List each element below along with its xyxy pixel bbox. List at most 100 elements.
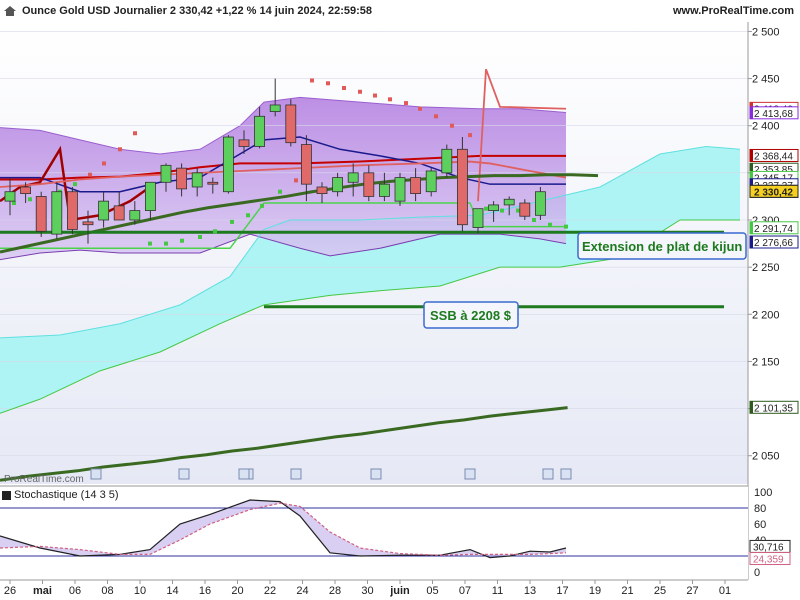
y-tick-label: 2 200 [752, 309, 780, 321]
candle-body [441, 148, 453, 174]
calendar-icon [90, 468, 102, 480]
candle-body [456, 148, 468, 226]
candle-body [4, 191, 16, 202]
x-tick-label: 14 [166, 585, 178, 597]
sar-dot [260, 203, 264, 208]
sar-dot [373, 93, 377, 98]
kijun-annotation: Extension de plat de kijun [577, 232, 747, 260]
x-tick-label: 30 [361, 585, 373, 597]
y-tick-label: 2 250 [752, 262, 780, 274]
sar-dot [102, 161, 106, 166]
y-tick-label: 2 050 [752, 451, 780, 463]
price-label-marker [750, 236, 753, 249]
candle-body [129, 210, 141, 221]
x-tick-label: 28 [329, 585, 341, 597]
candle-body [207, 181, 219, 185]
y-tick-label: 2 450 [752, 74, 780, 86]
sar-dot [450, 123, 454, 128]
sar-dot [118, 147, 122, 152]
calendar-icon [542, 468, 554, 480]
x-tick-label: 17 [556, 585, 568, 597]
sar-dot [434, 114, 438, 119]
x-tick-label: 01 [719, 585, 731, 597]
calendar-icon [178, 468, 190, 480]
x-tick-label: 27 [686, 585, 698, 597]
candle [67, 187, 78, 235]
x-tick-label: mai [33, 585, 52, 597]
ssb-annotation: SSB à 2208 $ [423, 301, 519, 329]
candle-body [113, 205, 125, 221]
price-chart[interactable]: Extension de plat de kijun SSB à 2208 $ 2 … [0, 0, 800, 600]
y-tick-label: 2 150 [752, 356, 780, 368]
price-label-text: 2 101,35 [754, 403, 793, 414]
price-label: 2 291,74 [749, 221, 799, 235]
x-tick-label: 21 [621, 585, 633, 597]
price-label-marker [750, 221, 753, 234]
sar-dot [404, 101, 408, 106]
stoch-y-tick: 80 [754, 503, 766, 515]
candle [456, 137, 468, 232]
sar-dot [468, 133, 472, 138]
price-label: 2 101,35 [749, 400, 799, 414]
calendar-icon [560, 468, 572, 480]
price-label-marker [750, 401, 753, 414]
candle [394, 172, 406, 206]
sar-dot [500, 208, 504, 213]
candle-body [20, 186, 32, 194]
candle [441, 144, 453, 178]
sar-dot [213, 229, 217, 234]
x-tick-label: 26 [4, 585, 16, 597]
candle-body [300, 144, 312, 185]
price-label: 2 413,68 [749, 106, 799, 120]
x-tick-label: 10 [134, 585, 146, 597]
candle-body [519, 202, 531, 217]
calendar-icon [238, 468, 250, 480]
x-tick-label: 20 [231, 585, 243, 597]
x-tick-label: 19 [589, 585, 601, 597]
sar-dot [148, 241, 152, 246]
sar-dot [342, 86, 346, 90]
sar-dot [164, 241, 168, 246]
x-tick-label: 25 [654, 585, 666, 597]
stoch-y-tick: 100 [754, 487, 772, 499]
kijun-annotation-label: Extension de plat de kijun [582, 239, 742, 254]
price-label-marker [750, 106, 753, 119]
sar-dot [484, 206, 488, 211]
candle-body [332, 177, 344, 193]
candle [285, 99, 297, 147]
sar-dot [310, 78, 314, 83]
sar-dot [180, 238, 184, 243]
candle-body [222, 136, 234, 193]
sar-dot [294, 178, 298, 183]
candle-body [488, 204, 500, 211]
sar-dot [246, 213, 250, 218]
sar-dot [532, 218, 536, 222]
candle-body [238, 139, 250, 147]
candle [222, 135, 234, 194]
candle-body [410, 177, 422, 194]
stoch-value-text: 24,359 [753, 555, 784, 566]
candle-body [35, 196, 47, 232]
calendar-icon [464, 468, 476, 480]
candle-body [144, 181, 156, 211]
sar-dot [28, 197, 32, 202]
x-tick-label: 05 [426, 585, 438, 597]
sar-dot [133, 131, 137, 136]
candle-body [82, 221, 94, 226]
candle-body [347, 172, 359, 183]
price-label: 2 368,44 [749, 148, 799, 162]
candle-body [160, 164, 172, 183]
x-tick-label: 08 [101, 585, 113, 597]
candle-body [394, 177, 406, 202]
price-label-text: 2 276,66 [754, 238, 793, 249]
candle-body [378, 183, 390, 197]
candle-body [254, 115, 266, 147]
candle-body [67, 191, 78, 230]
price-label-text: 2 368,44 [754, 151, 793, 162]
stochastic-swatch-icon [2, 490, 11, 500]
price-label-text: 2 413,68 [754, 109, 793, 120]
stoch-value-text: 30,716 [753, 542, 784, 553]
sar-dot [564, 224, 568, 229]
sar-dot [278, 189, 282, 194]
price-label: 2 276,66 [749, 235, 799, 249]
